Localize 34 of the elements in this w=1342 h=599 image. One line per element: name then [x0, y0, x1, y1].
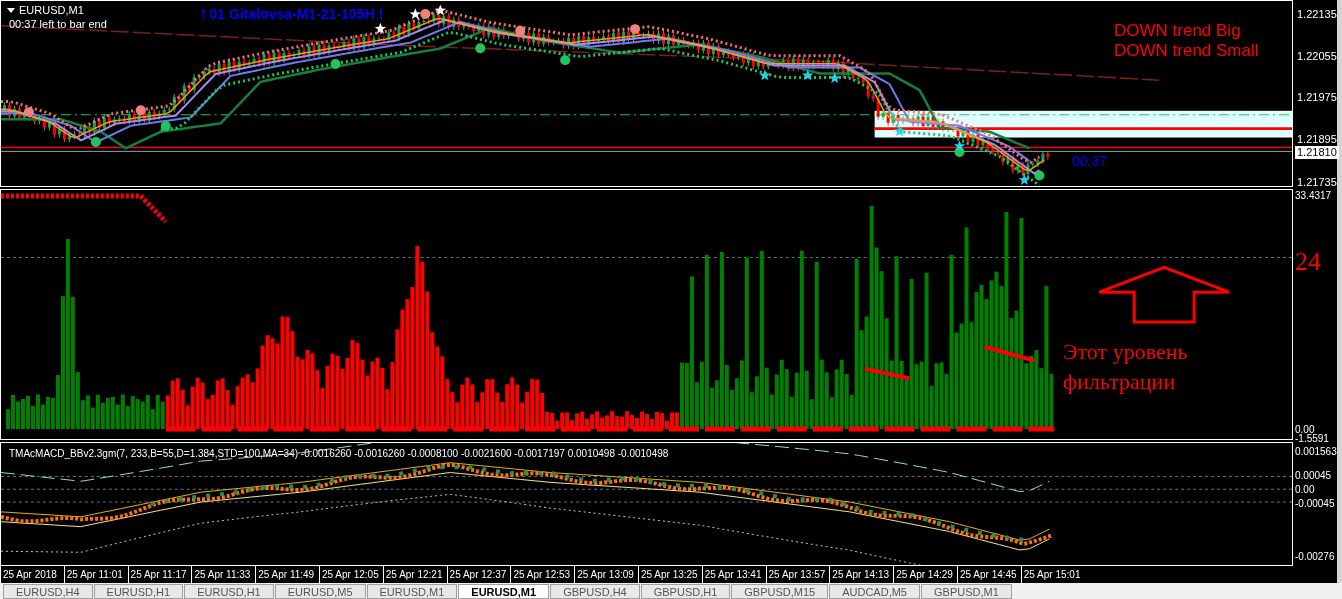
level-label: 24 [1295, 246, 1321, 278]
chart-tab[interactable]: GBPUSD,H4 [550, 584, 640, 599]
price-label: 1.21895 [1296, 133, 1338, 146]
chart-tab[interactable]: GBPUSD,H1 [640, 584, 731, 599]
trend-label: DOWN trend Small [1114, 41, 1259, 61]
trend-label: DOWN trend Big [1114, 21, 1242, 41]
macd-scale-label: -0.00276 [1295, 551, 1335, 562]
symbol-dropdown[interactable]: EURUSD,M1 [7, 2, 84, 19]
chart-tab[interactable]: EURUSD,M1 [458, 584, 550, 599]
chart-tab[interactable]: EURUSD,H4 [3, 584, 93, 599]
indicator-scale-label: -1.5591 [1295, 433, 1329, 444]
macd-scale-label: 0.001563 [1295, 446, 1337, 457]
banner-text: ! 01 Gitalovsa-M1-21-105H ! [201, 5, 384, 24]
countdown-text: 00:37 [1072, 152, 1108, 171]
macd-scale-label: 0.00 [1295, 484, 1315, 495]
chart-tab[interactable]: EURUSD,H1 [184, 584, 274, 599]
price-label: 1.22055 [1296, 50, 1338, 63]
macd-scale-label: 0.00045 [1295, 470, 1332, 481]
indicator-scale-label: 0.00 [1295, 424, 1315, 435]
price-label: 1.21810 [1295, 146, 1339, 159]
chart-tab[interactable]: EURUSD,M5 [274, 584, 366, 599]
annotation-text: Этот уровень фильтрации [1063, 338, 1189, 396]
price-label: 1.21735 [1296, 176, 1338, 189]
chart-tab[interactable]: EURUSD,M1 [366, 584, 458, 599]
price-label: 1.22135 [1296, 8, 1338, 21]
chart-tab[interactable]: AUDCAD,M5 [829, 584, 920, 599]
macd-scale-label: -0.00045 [1295, 498, 1335, 509]
chart-tab[interactable]: GBPUSD,M1 [921, 584, 1012, 599]
chart-tab[interactable]: GBPUSD,M15 [731, 584, 829, 599]
bar-timer-text: 00:37 left to bar end [9, 17, 107, 32]
chart-tab[interactable]: EURUSD,H1 [93, 584, 184, 599]
price-label: 1.21975 [1296, 91, 1338, 104]
indicator-title: TMAcMACD_BBv2.3gm(7, 233,B=55,D=1.384,STD=100,MA=34) -0.0016260 -0.0016260 -0.0008100 -0.0021600 -0.0017197 0.0010498 -0.0010498 [9, 447, 669, 461]
indicator-scale-label: 33.4317 [1295, 190, 1332, 201]
